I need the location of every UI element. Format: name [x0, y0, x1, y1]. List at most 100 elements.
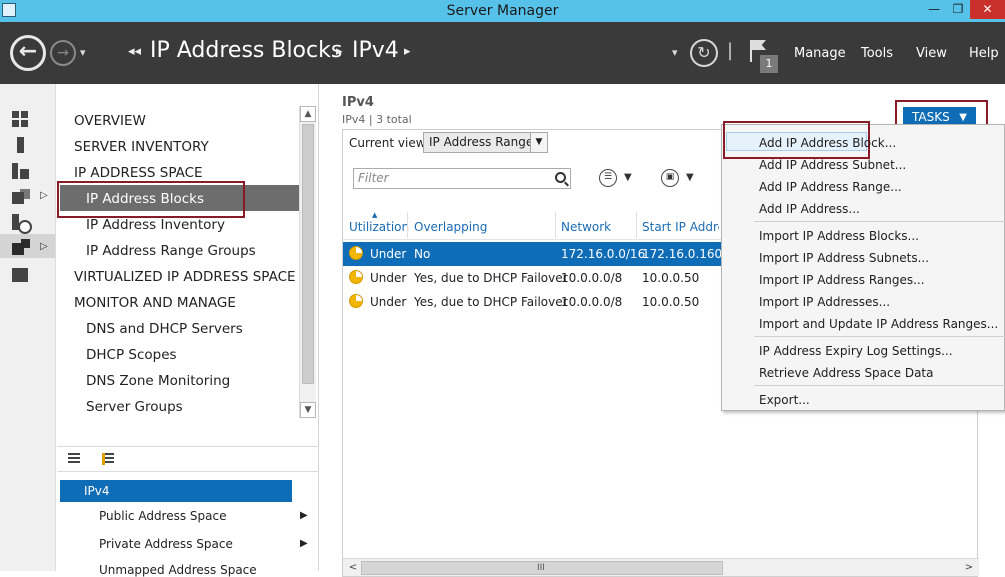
nav-server-inventory[interactable]: SERVER INVENTORY	[74, 139, 209, 155]
expand-arrow-icon[interactable]: ▶	[300, 510, 308, 521]
horizontal-scrollbar[interactable]: < III >	[343, 558, 979, 576]
breadcrumb-ip-address-blocks[interactable]: IP Address Blocks	[150, 38, 342, 63]
expand-arrow-icon[interactable]: ▶	[300, 538, 308, 549]
nav-dns-zone-monitoring[interactable]: DNS Zone Monitoring	[86, 373, 230, 389]
tree-item-private-address-space[interactable]: Private Address Space	[99, 537, 233, 551]
list-view-icon[interactable]	[68, 453, 80, 465]
column-overlapping[interactable]: Overlapping	[414, 220, 487, 234]
title-bar: Server Manager — ❐ ✕	[0, 0, 1005, 22]
breadcrumb-dropdown-icon[interactable]: ▾	[672, 46, 678, 59]
scroll-right-icon[interactable]: >	[961, 560, 977, 576]
nav-overview[interactable]: OVERVIEW	[74, 113, 146, 129]
chevron-down-icon[interactable]: ▼	[624, 172, 632, 183]
menu-item-add-ip-address-block[interactable]: Add IP Address Block...	[759, 136, 896, 150]
chevron-down-icon[interactable]: ▼	[686, 172, 694, 183]
column-network[interactable]: Network	[561, 220, 611, 234]
nav-scrollbar[interactable]: ▲ ▼	[299, 106, 316, 418]
scroll-thumb[interactable]	[302, 124, 314, 384]
close-button[interactable]: ✕	[970, 0, 1005, 19]
menu-item-expiry-log-settings[interactable]: IP Address Expiry Log Settings...	[759, 344, 953, 358]
nav-ip-address-range-groups[interactable]: IP Address Range Groups	[86, 243, 256, 259]
scroll-down-icon[interactable]: ▼	[300, 402, 316, 418]
dashboard-icon[interactable]	[12, 111, 30, 127]
breadcrumb-root-icon[interactable]: ◂◂	[128, 44, 141, 59]
history-dropdown-icon[interactable]: ▾	[80, 46, 86, 59]
nav-server-groups[interactable]: Server Groups	[86, 399, 183, 415]
nav-dns-dhcp-servers[interactable]: DNS and DHCP Servers	[86, 321, 243, 337]
menu-item-import-ip-address-subnets[interactable]: Import IP Address Subnets...	[759, 251, 929, 265]
reports-icon[interactable]	[12, 266, 30, 282]
minimize-button[interactable]: —	[922, 0, 946, 19]
menu-item-import-ip-addresses[interactable]: Import IP Addresses...	[759, 295, 890, 309]
cell-utilization: Under	[370, 247, 407, 261]
breadcrumb-ipv4[interactable]: IPv4	[352, 38, 399, 63]
annotation-highlight-frame	[57, 181, 245, 218]
scroll-up-icon[interactable]: ▲	[300, 106, 316, 122]
expand-arrow-icon[interactable]: ▷	[40, 241, 48, 252]
menu-item-add-ip-address-subnet[interactable]: Add IP Address Subnet...	[759, 158, 906, 172]
chevron-down-icon: ▼	[530, 133, 547, 152]
nav-monitor-and-manage[interactable]: MONITOR AND MANAGE	[74, 295, 236, 311]
current-view-label: Current view:	[349, 136, 429, 150]
menu-separator	[754, 336, 1005, 337]
tree-item-unmapped-address-space[interactable]: Unmapped Address Space	[99, 563, 257, 577]
section-title: IPv4	[342, 95, 374, 110]
refresh-icon[interactable]: ↻	[690, 39, 718, 67]
tree-view-icon[interactable]	[102, 453, 114, 465]
forward-button[interactable]: →	[50, 40, 76, 66]
scroll-grip: III	[537, 563, 545, 573]
back-button[interactable]: ←	[10, 35, 46, 71]
manage-menu[interactable]: Manage	[794, 46, 846, 61]
menu-item-export[interactable]: Export...	[759, 393, 810, 407]
current-view-value: IP Address Ranges	[429, 135, 540, 149]
menu-separator	[754, 221, 1005, 222]
cell-utilization: Under	[370, 295, 407, 309]
save-query-icon[interactable]: ▣	[661, 169, 679, 187]
menu-item-retrieve-address-space-data[interactable]: Retrieve Address Space Data	[759, 366, 933, 380]
notification-count-badge[interactable]: 1	[760, 55, 778, 73]
nav-ip-address-space[interactable]: IP ADDRESS SPACE	[74, 165, 203, 181]
menu-item-import-ip-address-ranges[interactable]: Import IP Address Ranges...	[759, 273, 925, 287]
query-options-icon[interactable]: ☰	[599, 169, 617, 187]
menu-item-import-update-ranges[interactable]: Import and Update IP Address Ranges...	[759, 317, 998, 331]
expand-arrow-icon[interactable]: ▷	[40, 190, 48, 201]
nav-dhcp-scopes[interactable]: DHCP Scopes	[86, 347, 177, 363]
scroll-thumb[interactable]: III	[361, 561, 723, 575]
breadcrumb-separator-icon[interactable]: ▸	[336, 44, 343, 59]
tasks-dropdown-menu: Add IP Address Block... Add IP Address S…	[721, 121, 1005, 411]
tree-item-ipv4[interactable]: IPv4	[60, 480, 292, 502]
current-view-select[interactable]: IP Address Ranges ▼	[423, 132, 548, 153]
column-divider[interactable]	[407, 212, 408, 238]
tools-menu[interactable]: Tools	[861, 46, 893, 61]
local-server-icon[interactable]	[12, 137, 30, 153]
view-menu[interactable]: View	[916, 46, 947, 61]
cell-start-ip: 10.0.0.50	[642, 271, 700, 285]
header-divider: |	[727, 40, 734, 61]
maximize-button[interactable]: ❐	[946, 0, 970, 19]
icon-rail: ▷ ▷	[0, 84, 56, 571]
navigation-pane: OVERVIEW SERVER INVENTORY IP ADDRESS SPA…	[57, 84, 319, 577]
iis-icon[interactable]	[12, 214, 32, 234]
column-divider[interactable]	[555, 212, 556, 238]
menu-item-add-ip-address[interactable]: Add IP Address...	[759, 202, 860, 216]
ipam-icon[interactable]	[12, 239, 30, 255]
section-subtitle: IPv4 | 3 total	[342, 113, 412, 126]
breadcrumb-separator-icon[interactable]: ▸	[404, 44, 411, 59]
header-bar: ← → ▾ ◂◂ IP Address Blocks ▸ IPv4 ▸ ▾ ↻ …	[0, 22, 1005, 84]
all-servers-icon[interactable]	[12, 163, 30, 179]
cell-network: 10.0.0.0/8	[561, 271, 623, 285]
file-storage-icon[interactable]	[12, 189, 30, 205]
utilization-under-icon	[349, 270, 363, 284]
tree-item-public-address-space[interactable]: Public Address Space	[99, 509, 227, 523]
scroll-left-icon[interactable]: <	[345, 560, 361, 576]
nav-virtualized-ip-address-space[interactable]: VIRTUALIZED IP ADDRESS SPACE	[74, 269, 296, 285]
column-divider[interactable]	[636, 212, 637, 238]
menu-item-add-ip-address-range[interactable]: Add IP Address Range...	[759, 180, 902, 194]
search-icon[interactable]	[555, 172, 566, 183]
help-menu[interactable]: Help	[969, 46, 999, 61]
nav-ip-address-inventory[interactable]: IP Address Inventory	[86, 217, 225, 233]
column-start-ip[interactable]: Start IP Address	[642, 220, 719, 234]
menu-item-import-ip-address-blocks[interactable]: Import IP Address Blocks...	[759, 229, 919, 243]
filter-input[interactable]: Filter	[353, 168, 571, 189]
column-utilization[interactable]: Utilization	[349, 220, 409, 234]
